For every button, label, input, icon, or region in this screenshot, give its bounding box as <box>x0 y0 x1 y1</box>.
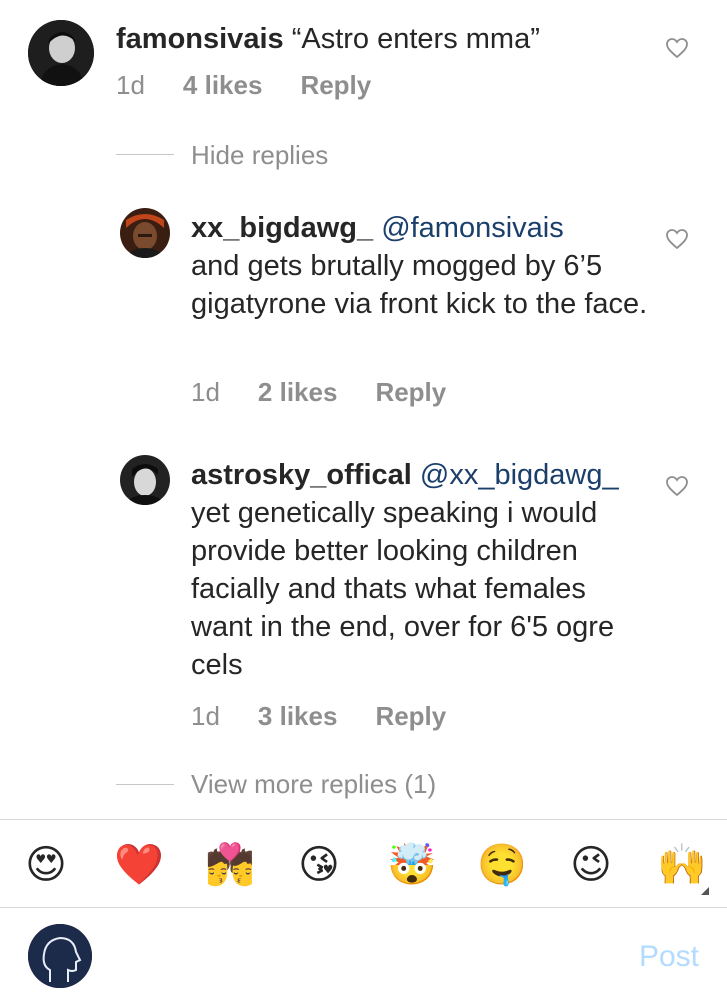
exploding-head-emoji-icon[interactable]: 🤯 <box>387 842 437 888</box>
comment-text: and gets brutally mogged by 6’5 gigatyro… <box>191 250 648 320</box>
avatar[interactable] <box>28 20 94 86</box>
comment-username[interactable]: famonsivais <box>116 23 284 55</box>
emoji-quick-reaction-bar: 😍 ❤️ 💏 😘 🤯 🤤 😉 🙌 <box>0 819 727 908</box>
winking-face-emoji-icon[interactable]: 😉 <box>568 842 614 888</box>
user-photo-icon <box>120 208 170 258</box>
user-photo-icon <box>28 20 94 86</box>
reply-button[interactable]: Reply <box>375 701 446 731</box>
red-heart-emoji-icon[interactable]: ❤️ <box>114 842 164 888</box>
mention-link[interactable]: @famonsivais <box>381 212 564 244</box>
likes-count[interactable]: 2 likes <box>258 377 338 407</box>
heart-eyes-emoji-icon[interactable]: 😍 <box>23 842 69 888</box>
comment-time: 1d <box>116 70 145 100</box>
expand-corner-icon[interactable] <box>701 887 709 895</box>
user-photo-icon <box>120 455 170 505</box>
mention-link[interactable]: @xx_bigdawg_ <box>420 459 619 491</box>
likes-count[interactable]: 3 likes <box>258 701 338 731</box>
drooling-face-emoji-icon[interactable]: 🤤 <box>477 842 527 888</box>
comment-input[interactable] <box>120 930 600 980</box>
comment-username[interactable]: xx_bigdawg_ <box>191 212 373 244</box>
comment-text: yet genetically speaking i would provide… <box>191 497 615 681</box>
view-more-replies-button[interactable]: View more replies (1) <box>191 769 436 800</box>
comment-time: 1d <box>191 377 220 407</box>
reply-button[interactable]: Reply <box>375 377 446 407</box>
kiss-couple-emoji-icon[interactable]: 💏 <box>205 842 255 888</box>
avatar[interactable] <box>120 208 170 258</box>
avatar[interactable] <box>120 455 170 505</box>
post-button[interactable]: Post <box>639 940 699 974</box>
thread-divider <box>116 784 174 785</box>
thread-divider <box>116 154 174 155</box>
hide-replies-button[interactable]: Hide replies <box>191 140 328 171</box>
like-heart-icon[interactable] <box>665 475 689 497</box>
likes-count[interactable]: 4 likes <box>183 70 263 100</box>
like-heart-icon[interactable] <box>665 37 689 59</box>
comment-username[interactable]: astrosky_offical <box>191 459 412 491</box>
reply-button[interactable]: Reply <box>300 70 371 100</box>
raising-hands-emoji-icon[interactable]: 🙌 <box>657 842 707 888</box>
like-heart-icon[interactable] <box>665 228 689 250</box>
kissing-face-emoji-icon[interactable]: 😘 <box>296 842 342 888</box>
comment-text: “Astro enters mma” <box>283 23 540 55</box>
user-silhouette-icon <box>28 924 92 988</box>
comment-composer: Post <box>0 908 727 1000</box>
comment-time: 1d <box>191 701 220 731</box>
current-user-avatar <box>28 924 92 988</box>
